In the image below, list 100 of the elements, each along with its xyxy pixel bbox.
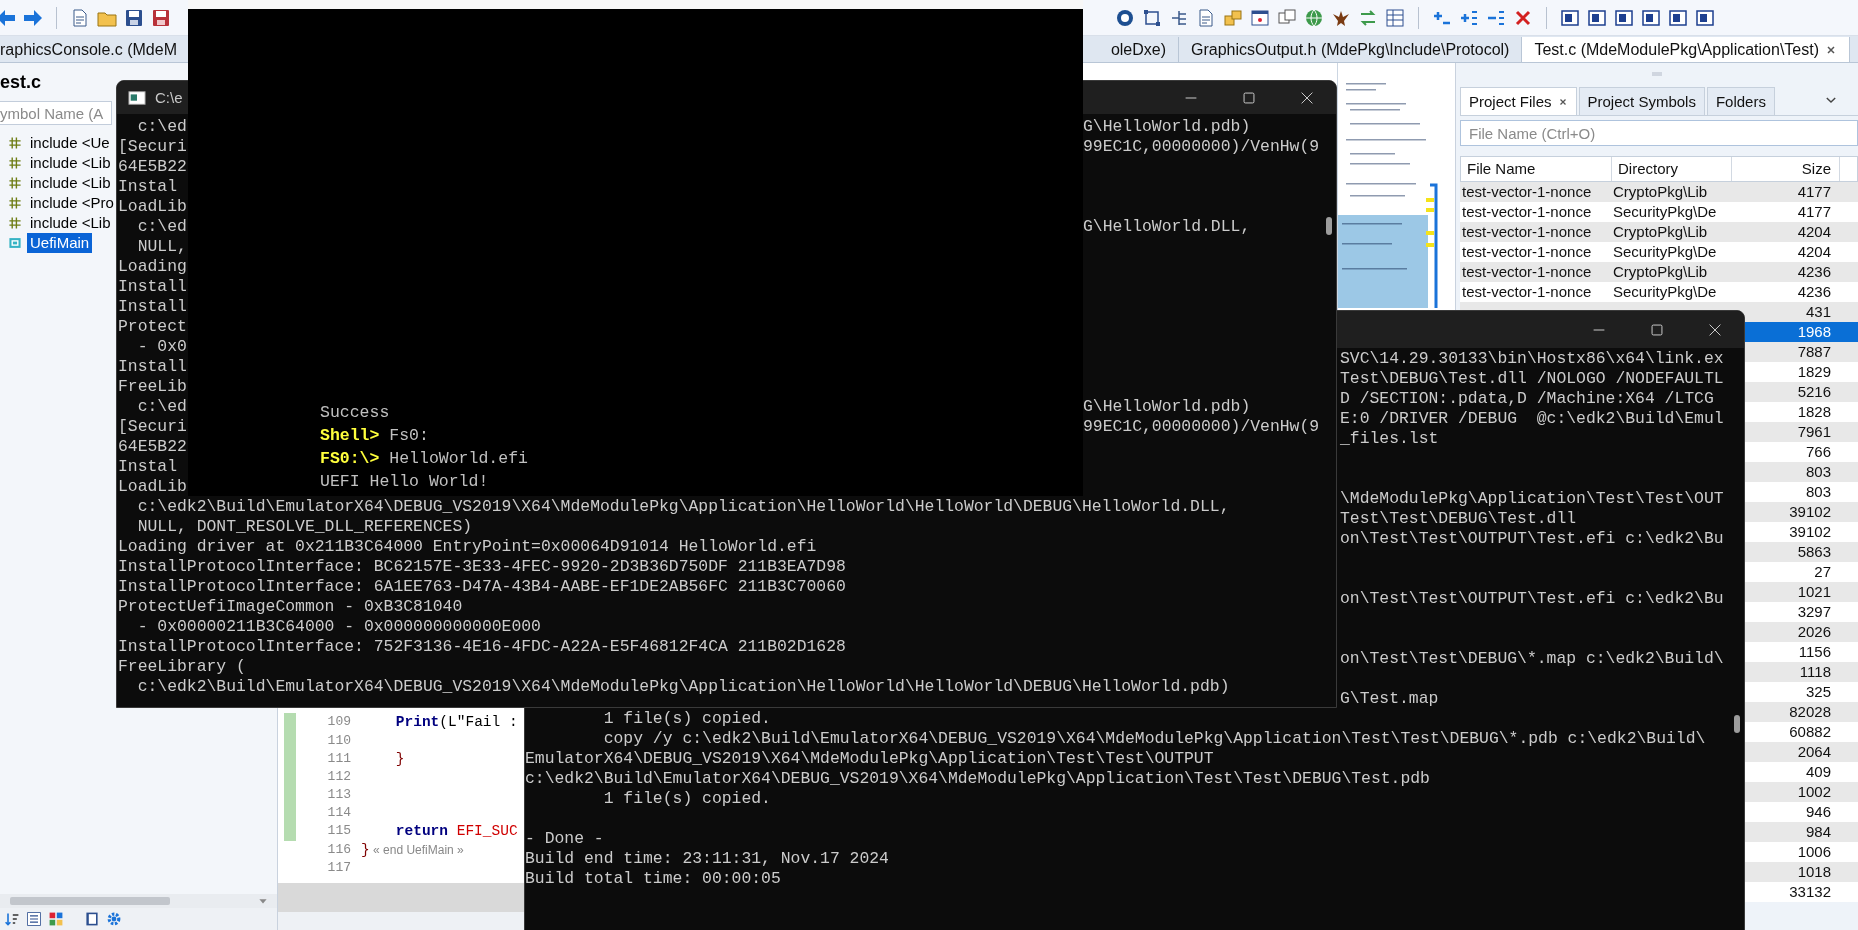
- bookmark-icon[interactable]: [1614, 7, 1634, 28]
- table-cell[interactable]: 4177: [1797, 182, 1831, 202]
- console-text: SVC\14.29.30133\bin\Hostx86\x64\link.ex: [1340, 349, 1724, 369]
- table-cell[interactable]: 4204: [1797, 242, 1831, 262]
- console-text: Test\DEBUG\Test.dll /NOLOGO /NODEFAULTL: [1340, 369, 1724, 389]
- folders-icon[interactable]: [1223, 7, 1243, 28]
- table-cell[interactable]: 60882: [1789, 722, 1831, 742]
- table-cell[interactable]: 39102: [1789, 502, 1831, 522]
- table-cell[interactable]: 4236: [1797, 262, 1831, 282]
- table-cell[interactable]: 5863: [1797, 542, 1831, 562]
- console-text: Instal: [118, 457, 178, 477]
- panel-tab[interactable]: Project Symbols: [1578, 87, 1705, 115]
- tree-item[interactable]: include <Pro: [27, 193, 117, 213]
- table-cell[interactable]: 1118: [1799, 662, 1831, 682]
- save-all-icon[interactable]: [151, 7, 171, 28]
- table-cell[interactable]: 1829: [1797, 362, 1831, 382]
- table-cell[interactable]: 803: [1805, 462, 1831, 482]
- console-text: InstallProtocolInterface: 6A1EE763-D47A-43B4-AABE-EF1DE2AB56FC 211B3C70060: [118, 577, 846, 596]
- table-cell[interactable]: 4177: [1797, 202, 1831, 222]
- column-header[interactable]: Directory: [1612, 157, 1732, 181]
- table-cell-text: CryptoPkg\Lib: [1612, 222, 1708, 242]
- bookmark-icon[interactable]: [1668, 7, 1688, 28]
- table-cell[interactable]: 3297: [1797, 602, 1831, 622]
- scroll-thumb[interactable]: [1733, 715, 1740, 733]
- console-text: Instal: [118, 177, 178, 197]
- table-cell[interactable]: 984: [1805, 822, 1831, 842]
- table-cell[interactable]: 4236: [1797, 282, 1831, 302]
- list-icon[interactable]: [26, 911, 42, 927]
- table-cell[interactable]: 803: [1805, 482, 1831, 502]
- console-text: FreeLib: [118, 377, 187, 397]
- panel-tab[interactable]: Project Files: [1460, 87, 1577, 115]
- table-cell[interactable]: 325: [1805, 682, 1831, 702]
- table-cell[interactable]: 1002: [1797, 782, 1831, 802]
- tree-item[interactable]: include <Lib: [27, 213, 114, 233]
- close-icon[interactable]: [1557, 96, 1568, 107]
- table-cell[interactable]: 7961: [1797, 422, 1831, 442]
- dialog-icon[interactable]: [1250, 7, 1270, 28]
- table-cell[interactable]: 2064: [1797, 742, 1831, 762]
- table-cell[interactable]: 1018: [1797, 862, 1831, 882]
- frame-icon[interactable]: [1142, 7, 1162, 28]
- console-text: E:0 /DRIVER /DEBUG @c:\edk2\Build\Emul: [1340, 409, 1724, 429]
- bookmark-icon[interactable]: [1587, 7, 1607, 28]
- table-cell[interactable]: 946: [1805, 802, 1831, 822]
- table-cell[interactable]: 5216: [1797, 382, 1831, 402]
- tree-item[interactable]: include <Lib: [27, 153, 114, 173]
- console-text: InstallProtocolInterface: 752F3136-4E16-4FDC-A22A-E5F46812F4CA 211B02D1628: [118, 637, 846, 656]
- table-cell[interactable]: 409: [1805, 762, 1831, 782]
- console-text: copy /y c:\edk2\Build\EmulatorX64\DEBUG_VS2019\X64\MdeModulePkg\Application\Test\Test\DEBUG\*.pdb c:\edk2\Build\: [602, 729, 1706, 748]
- console-text: ProtectUefiImageCommon - 0xB3C81040: [118, 597, 463, 616]
- grid-icon[interactable]: [48, 911, 64, 927]
- tree-item[interactable]: include <Lib: [27, 173, 114, 193]
- table-cell-text: test-vector-1-nonce: [1461, 282, 1592, 302]
- search-field[interactable]: ymbol Name (A: [0, 101, 112, 125]
- table-cell[interactable]: 1006: [1797, 842, 1831, 862]
- document-icon[interactable]: [70, 7, 90, 28]
- column-header[interactable]: File Name: [1461, 157, 1612, 181]
- save-icon[interactable]: [124, 7, 144, 28]
- table-cell[interactable]: 39102: [1789, 522, 1831, 542]
- hash-icon: [8, 176, 22, 190]
- bookmark-icon[interactable]: [1695, 7, 1715, 28]
- table-cell-text: test-vector-1-nonce: [1461, 202, 1592, 222]
- table-icon[interactable]: [1385, 7, 1405, 28]
- table-cell-text: SecurityPkg\De: [1612, 202, 1717, 222]
- console-text: G\HelloWorld.pdb): [1083, 397, 1251, 417]
- console-text: c:\edk2\Build\EmulatorX64\DEBUG_VS2019\X64\MdeModulePkg\Application\HelloWorld\HelloWorld\DEBUG\HelloWorld.pdb): [136, 677, 1230, 696]
- column-header[interactable]: Size: [1732, 157, 1840, 181]
- table-cell[interactable]: 766: [1805, 442, 1831, 462]
- scroll-thumb[interactable]: [1325, 217, 1332, 235]
- table-cell[interactable]: 1156: [1798, 642, 1831, 662]
- document-icon[interactable]: [1196, 7, 1216, 28]
- book-icon[interactable]: [84, 911, 100, 927]
- table-cell[interactable]: 27: [1814, 562, 1831, 582]
- panel-tab[interactable]: Folders: [1706, 87, 1775, 115]
- search-field[interactable]: File Name (Ctrl+O): [1460, 120, 1858, 146]
- table-cell[interactable]: 82028: [1789, 702, 1831, 722]
- table-cell[interactable]: 4204: [1797, 222, 1831, 242]
- close-icon[interactable]: [1825, 43, 1837, 56]
- console-text: - 0x0: [136, 337, 187, 357]
- table-cell[interactable]: 33132: [1789, 882, 1831, 902]
- circle-icon[interactable]: [1115, 7, 1135, 28]
- hash-icon: [8, 196, 22, 210]
- tree-item[interactable]: UefiMain: [27, 233, 93, 253]
- tree-item[interactable]: include <Ue: [27, 133, 113, 153]
- editor-tab[interactable]: oleDxe): [1098, 37, 1180, 62]
- bookmark-icon[interactable]: [1560, 7, 1580, 28]
- arrows-icon[interactable]: [1358, 7, 1378, 28]
- sort-icon[interactable]: [4, 911, 20, 927]
- settings-icon[interactable]: [106, 911, 122, 927]
- editor-tab[interactable]: Test.c (MdeModulePkg\Application\Test): [1522, 37, 1850, 62]
- table-cell[interactable]: 7887: [1797, 342, 1831, 362]
- globe-icon[interactable]: [1304, 7, 1324, 28]
- scroll-thumb[interactable]: [10, 897, 170, 905]
- console-text: LoadLib: [118, 477, 187, 497]
- table-cell[interactable]: 2026: [1797, 622, 1831, 642]
- forward-arrow-icon[interactable]: [23, 7, 43, 28]
- table-cell[interactable]: 1828: [1797, 402, 1831, 422]
- table-cell[interactable]: 1021: [1797, 582, 1831, 602]
- bookmark-icon[interactable]: [1641, 7, 1661, 28]
- line-number: 117: [326, 858, 351, 877]
- table-cell[interactable]: 431: [1805, 302, 1831, 322]
